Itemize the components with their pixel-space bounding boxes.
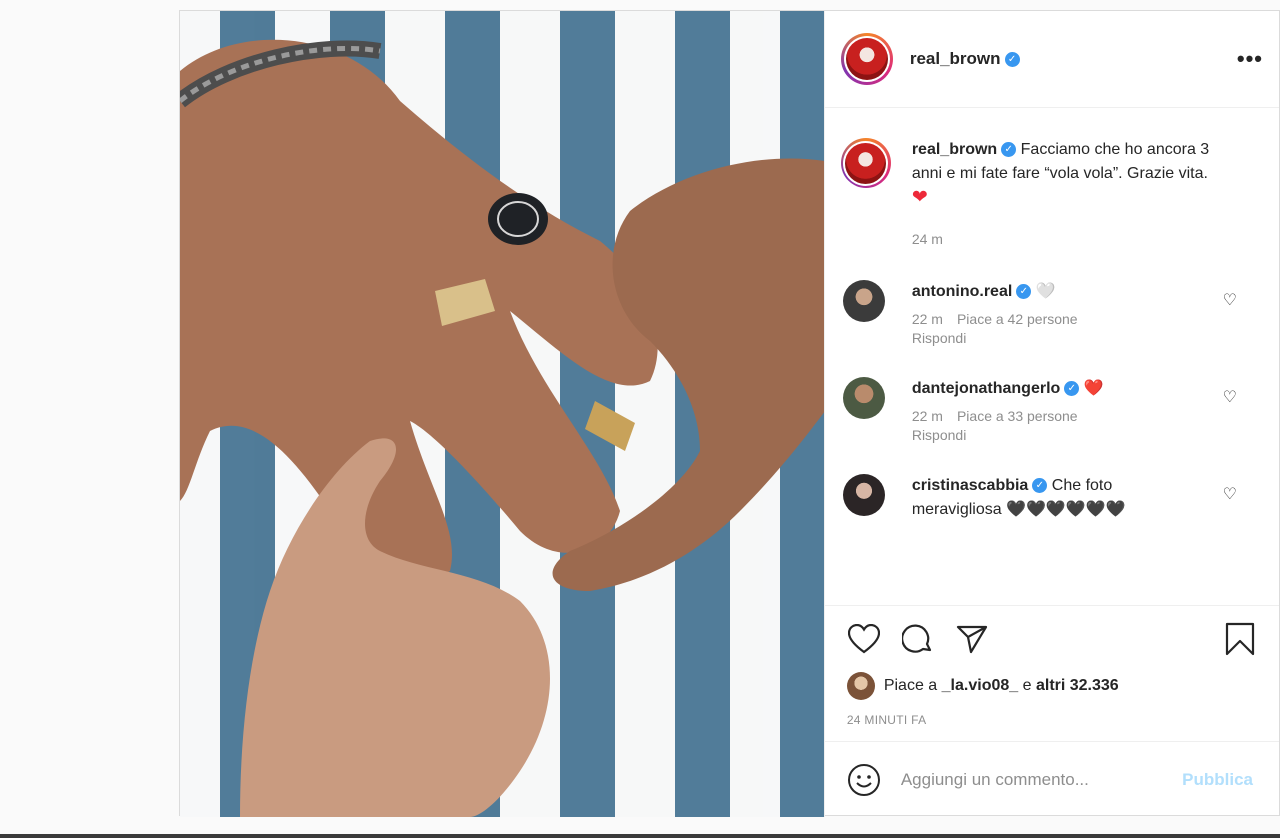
caption-username[interactable]: real_brown — [912, 141, 997, 158]
commenter-avatar[interactable] — [842, 377, 885, 419]
likes-prefix: Piace a — [883, 677, 938, 694]
like-comment-icon[interactable]: ♡ — [1223, 484, 1237, 504]
verified-icon: ✓ — [1032, 478, 1048, 494]
liker-username[interactable]: _la.vio08_ — [942, 677, 1019, 695]
comment-likes[interactable]: Piace a 42 persone — [957, 311, 1078, 327]
reply-button[interactable]: Rispondi — [912, 427, 966, 443]
likes-count[interactable]: altri 32.336 — [1036, 677, 1119, 695]
hands-photo — [180, 11, 824, 817]
author-username[interactable]: real_brown ✓ — [910, 49, 1020, 69]
post-actions: Piace a _la.vio08_ e altri 32.336 24 MIN… — [824, 605, 1279, 741]
author-avatar[interactable] — [840, 33, 893, 85]
comment-username[interactable]: cristinascabbia — [912, 477, 1029, 494]
liker-avatar[interactable] — [846, 672, 875, 700]
verified-icon: ✓ — [1004, 52, 1020, 68]
share-icon[interactable] — [955, 622, 989, 656]
comment-input[interactable] — [900, 769, 1183, 790]
comment-item: cristinascabbia ✓ Che foto meravigliosa 🖤… — [842, 474, 1263, 522]
like-comment-icon[interactable]: ♡ — [1223, 290, 1237, 310]
heart-icon[interactable] — [847, 622, 881, 656]
comment-text: ❤️ — [1083, 380, 1104, 397]
more-horizontal-icon[interactable]: ••• — [1237, 48, 1263, 70]
post-header: real_brown ✓ ••• — [824, 11, 1279, 108]
comment-time[interactable]: 22 m — [912, 408, 943, 424]
comment-time[interactable]: 22 m — [912, 311, 943, 327]
caption-heart-emoji: ❤ — [911, 187, 928, 208]
verified-icon: ✓ — [1001, 142, 1017, 158]
caption-avatar[interactable] — [840, 138, 891, 188]
likes-conjunction: e — [1022, 677, 1032, 694]
comments-list[interactable]: real_brown ✓ Facciamo che ho ancora 3 ann… — [825, 108, 1279, 605]
publish-button[interactable]: Pubblica — [1182, 770, 1253, 790]
comment-text: 🤍 — [1035, 283, 1056, 300]
comment-icon[interactable] — [901, 622, 935, 656]
like-comment-icon[interactable]: ♡ — [1223, 387, 1237, 407]
reply-button[interactable]: Rispondi — [912, 330, 966, 346]
verified-icon: ✓ — [1064, 381, 1080, 397]
taskbar-edge — [0, 834, 1280, 838]
comment-item: antonino.real ✓ 🤍 22 m Piace a 42 persone … — [842, 280, 1263, 348]
post-photo[interactable] — [180, 11, 824, 817]
post-time[interactable]: 24 MINUTI FA — [847, 713, 1257, 727]
comment-item: dantejonathangerlo ✓ ❤️ 22 m Piace a 33 pe… — [842, 377, 1263, 445]
post-card: real_brown ✓ ••• real_brown ✓ Facciamo che… — [179, 10, 1280, 817]
bookmark-icon[interactable] — [1223, 622, 1257, 656]
likes-summary[interactable]: Piace a _la.vio08_ e altri 32.336 — [846, 672, 1257, 700]
commenter-avatar[interactable] — [842, 280, 885, 322]
emoji-icon[interactable] — [847, 763, 881, 797]
comment-username[interactable]: dantejonathangerlo — [912, 380, 1060, 397]
caption: real_brown ✓ Facciamo che ho ancora 3 ann… — [840, 138, 1263, 251]
add-comment-bar: Pubblica — [824, 741, 1279, 817]
comment-username[interactable]: antonino.real — [912, 283, 1012, 300]
verified-icon: ✓ — [1016, 284, 1032, 300]
post-sidebar: real_brown ✓ ••• real_brown ✓ Facciamo che… — [823, 11, 1279, 817]
comment-likes[interactable]: Piace a 33 persone — [957, 408, 1078, 424]
commenter-avatar[interactable] — [842, 474, 885, 516]
caption-time[interactable]: 24 m — [912, 227, 1222, 251]
